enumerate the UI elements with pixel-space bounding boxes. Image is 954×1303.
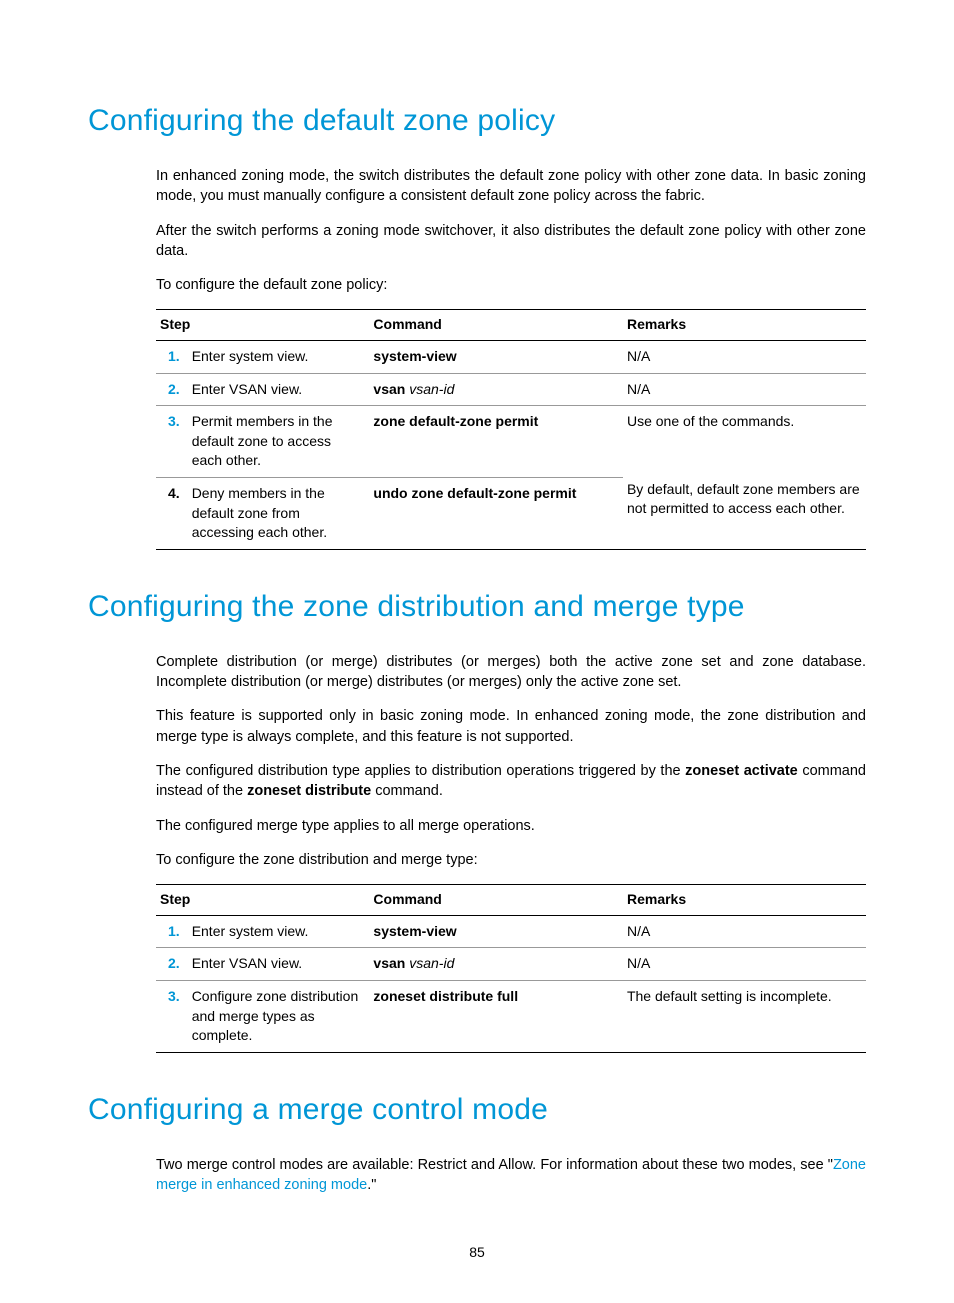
remarks-cell: N/A bbox=[623, 373, 866, 406]
command-italic: vsan-id bbox=[409, 955, 454, 971]
command-cell: system-view bbox=[369, 915, 623, 948]
table-zone-distribution: Step Command Remarks 1. Enter system vie… bbox=[156, 884, 866, 1053]
paragraph: Complete distribution (or merge) distrib… bbox=[156, 652, 866, 693]
paragraph: The configured distribution type applies… bbox=[156, 761, 866, 802]
col-command: Command bbox=[369, 310, 623, 341]
paragraph: In enhanced zoning mode, the switch dist… bbox=[156, 166, 866, 207]
paragraph: Two merge control modes are available: R… bbox=[156, 1155, 866, 1196]
step-number: 1. bbox=[156, 915, 188, 948]
remarks-cell: Use one of the commands. bbox=[623, 406, 866, 478]
table-row: 3. Permit members in the default zone to… bbox=[156, 406, 866, 478]
step-description: Enter VSAN view. bbox=[188, 948, 370, 981]
step-number: 4. bbox=[156, 478, 188, 550]
page-number: 85 bbox=[88, 1243, 866, 1263]
command-bold: vsan bbox=[373, 381, 405, 397]
table-default-zone-policy: Step Command Remarks 1. Enter system vie… bbox=[156, 309, 866, 549]
remarks-cell: N/A bbox=[623, 915, 866, 948]
step-description: Enter VSAN view. bbox=[188, 373, 370, 406]
bold-text: zoneset distribute bbox=[247, 783, 371, 799]
command-bold: vsan bbox=[373, 955, 405, 971]
command-cell: undo zone default-zone permit bbox=[369, 478, 623, 550]
step-description: Enter system view. bbox=[188, 341, 370, 374]
col-step: Step bbox=[156, 885, 369, 916]
paragraph: The configured merge type applies to all… bbox=[156, 816, 866, 836]
step-number: 2. bbox=[156, 373, 188, 406]
text-span: command. bbox=[371, 783, 443, 799]
paragraph: To configure the zone distribution and m… bbox=[156, 850, 866, 870]
text-span: ." bbox=[367, 1177, 376, 1193]
command-italic: vsan-id bbox=[409, 381, 454, 397]
table-row: 2. Enter VSAN view. vsan vsan-id N/A bbox=[156, 948, 866, 981]
command-cell: system-view bbox=[369, 341, 623, 374]
table-row: 1. Enter system view. system-view N/A bbox=[156, 341, 866, 374]
paragraph: To configure the default zone policy: bbox=[156, 275, 866, 295]
step-number: 3. bbox=[156, 980, 188, 1052]
remarks-cell: By default, default zone members are not… bbox=[623, 478, 866, 550]
command-cell: zone default-zone permit bbox=[369, 406, 623, 478]
text-span: Two merge control modes are available: R… bbox=[156, 1157, 833, 1173]
command-cell: zoneset distribute full bbox=[369, 980, 623, 1052]
step-description: Deny members in the default zone from ac… bbox=[188, 478, 370, 550]
command-cell: vsan vsan-id bbox=[369, 373, 623, 406]
command-bold: zone default-zone permit bbox=[373, 413, 538, 429]
table-row: 2. Enter VSAN view. vsan vsan-id N/A bbox=[156, 373, 866, 406]
heading-default-zone-policy: Configuring the default zone policy bbox=[88, 100, 866, 142]
step-description: Configure zone distribution and merge ty… bbox=[188, 980, 370, 1052]
heading-merge-control: Configuring a merge control mode bbox=[88, 1089, 866, 1131]
command-bold: zoneset distribute full bbox=[373, 988, 518, 1004]
step-description: Permit members in the default zone to ac… bbox=[188, 406, 370, 478]
table-row: 3. Configure zone distribution and merge… bbox=[156, 980, 866, 1052]
remarks-cell: N/A bbox=[623, 948, 866, 981]
text-span: The configured distribution type applies… bbox=[156, 763, 685, 779]
paragraph: After the switch performs a zoning mode … bbox=[156, 221, 866, 262]
col-remarks: Remarks bbox=[623, 885, 866, 916]
remarks-cell: N/A bbox=[623, 341, 866, 374]
command-bold: undo zone default-zone permit bbox=[373, 485, 576, 501]
col-step: Step bbox=[156, 310, 369, 341]
step-description: Enter system view. bbox=[188, 915, 370, 948]
step-number: 3. bbox=[156, 406, 188, 478]
command-bold: system-view bbox=[373, 348, 456, 364]
command-bold: system-view bbox=[373, 923, 456, 939]
command-cell: vsan vsan-id bbox=[369, 948, 623, 981]
remarks-cell: The default setting is incomplete. bbox=[623, 980, 866, 1052]
table-row: 1. Enter system view. system-view N/A bbox=[156, 915, 866, 948]
paragraph: This feature is supported only in basic … bbox=[156, 706, 866, 747]
step-number: 2. bbox=[156, 948, 188, 981]
bold-text: zoneset activate bbox=[685, 763, 798, 779]
heading-zone-distribution: Configuring the zone distribution and me… bbox=[88, 586, 866, 628]
step-number: 1. bbox=[156, 341, 188, 374]
table-row: 4. Deny members in the default zone from… bbox=[156, 478, 866, 550]
col-command: Command bbox=[369, 885, 623, 916]
col-remarks: Remarks bbox=[623, 310, 866, 341]
